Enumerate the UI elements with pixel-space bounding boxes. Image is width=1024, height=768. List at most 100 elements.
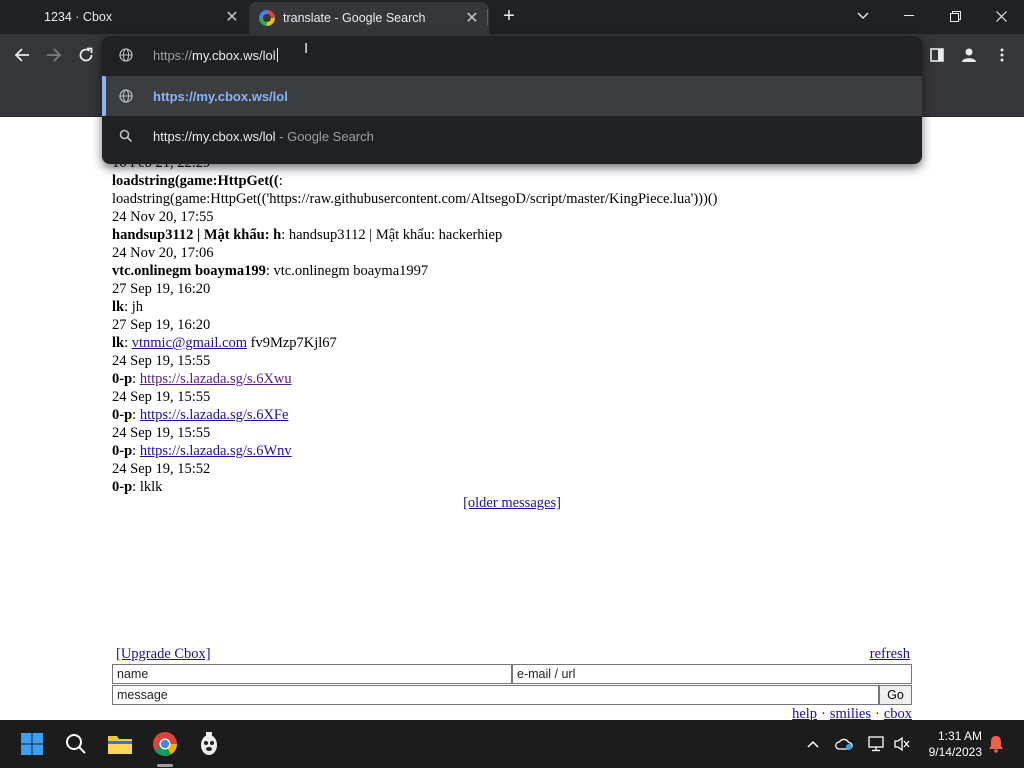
close-icon[interactable]: ✕ [463,9,481,27]
suggestion-url[interactable]: https://my.cbox.ws/lol [102,76,922,116]
cbox-post-form: [Upgrade Cbox] refresh name e-mail / url… [112,644,912,722]
message-separator: : [132,443,140,459]
message-timestamp: 24 Sep 19, 15:52 [112,461,211,477]
message-line: lk: vtnmic@gmail.com fv9Mzp7Kjl67 [112,334,912,352]
message-text: jh [128,299,144,315]
message-input[interactable]: message [112,685,879,705]
message-author: 0-p [112,479,133,495]
message-separator: : [132,407,140,423]
url-scheme: https:// [153,47,193,63]
message-text: lklk [136,479,163,495]
message-timestamp: 24 Sep 19, 15:55 [112,353,211,369]
message-line: loadstring(game:HttpGet((: [112,172,912,190]
message-text: loadstring(game:HttpGet(('https://raw.gi… [112,191,718,207]
email-url-input[interactable]: e-mail / url [512,664,912,684]
message-separator: : [124,335,132,351]
restore-icon[interactable] [932,0,978,32]
suggestion-suffix: - Google Search [275,128,374,144]
message-link[interactable]: vtnmic@gmail.com [132,335,247,351]
volume-muted-icon[interactable] [892,734,912,754]
message-author: 0-p [112,371,133,387]
older-messages-link[interactable]: [older messages] [463,495,561,511]
side-panel-icon[interactable] [926,44,948,66]
message-list: loadstring(game:HttpGet((: loadstring(ga… [112,172,912,496]
message-link[interactable]: https://s.lazada.sg/s.6Wnv [140,443,292,459]
suggestion-text: https://my.cbox.ws/lol [153,128,276,144]
message-line: vtc.onlinegm boayma199: vtc.onlinegm boa… [112,262,912,280]
file-explorer-icon[interactable] [104,728,136,760]
system-clock[interactable]: 1:31 AM 9/14/2023 [929,728,982,760]
message-text: handsup3112 | Mật khẩu: hackerhiep [285,227,503,243]
url-host: my.cbox.ws/lol [192,47,276,63]
google-icon [259,10,275,26]
message-line: lk: jh [112,298,912,316]
go-button[interactable]: Go [879,685,912,705]
roblox-app-icon[interactable] [193,728,225,760]
message-line: handsup3112 | Mật khẩu: h: handsup3112 |… [112,226,912,244]
message-author: handsup3112 | Mật khẩu: h [112,227,282,243]
tab-cbox[interactable]: 1234 · Cbox ✕ [0,0,249,34]
message-timestamp: 24 Nov 20, 17:55 [112,209,214,225]
message-link[interactable]: https://s.lazada.sg/s.6XFe [140,407,289,423]
clock-time: 1:31 AM [937,729,982,743]
windows-taskbar: 1:31 AM 9/14/2023 [0,720,1024,768]
globe-icon [119,89,133,103]
message-author: loadstring(game:HttpGet(( [112,173,279,189]
tab-title: 1234 · Cbox [44,10,113,24]
message-line: 0-p: lklk [112,478,912,496]
address-input[interactable]: https://my.cbox.ws/lol [153,47,278,63]
message-timestamp: 24 Sep 19, 15:55 [112,425,211,441]
clock-date: 9/14/2023 [928,745,982,759]
message-author: vtc.onlinegm boayma199 [112,263,266,279]
suggestion-text-wrap: https://my.cbox.ws/lol - Google Search [153,129,374,144]
start-icon[interactable] [16,728,48,760]
message-author: lk [112,335,125,351]
message-timestamp: 27 Sep 19, 16:20 [112,317,211,333]
globe-icon [119,48,133,62]
name-input[interactable]: name [112,664,512,684]
refresh-link[interactable]: refresh [870,646,910,663]
reload-icon[interactable] [74,43,98,67]
text-caret [276,47,278,62]
menu-icon[interactable] [991,44,1013,66]
search-icon[interactable] [60,728,92,760]
notification-bell-icon[interactable] [986,734,1006,754]
message-text: fv9Mzp7Kjl67 [247,335,337,351]
cbox-page: 16 Feb 21, 22:29 loadstring(game:HttpGet… [112,117,912,720]
message-line: loadstring(game:HttpGet(('https://raw.gi… [112,190,912,208]
profile-icon[interactable] [958,44,980,66]
search-icon [119,129,133,143]
tab-strip: 1234 · Cbox ✕ translate - Google Search … [0,0,1024,34]
message-timestamp: 27 Sep 19, 16:20 [112,281,211,297]
omnibox-dropdown: https://my.cbox.ws/lol I https://my.cbox… [102,36,922,164]
message-line: 0-p: https://s.lazada.sg/s.6XFe [112,406,912,424]
chrome-icon[interactable] [149,728,181,760]
close-icon[interactable]: ✕ [223,8,241,26]
tab-divider [487,9,488,25]
network-icon[interactable] [866,734,886,754]
new-tab-button[interactable]: + [498,5,520,27]
tab-google-search[interactable]: translate - Google Search ✕ [249,2,489,34]
suggestion-text: https://my.cbox.ws/lol [153,88,288,104]
mouse-cursor-icon: I [304,40,309,57]
forward-icon[interactable] [42,43,66,67]
message-link[interactable]: https://s.lazada.sg/s.6Xwu [140,371,292,387]
tab-title: translate - Google Search [283,11,426,25]
upgrade-cbox-link[interactable]: [Upgrade Cbox] [116,646,211,663]
older-messages: [older messages] [112,495,912,512]
message-timestamp: 24 Nov 20, 17:06 [112,245,214,261]
message-line: 0-p: https://s.lazada.sg/s.6Wnv [112,442,912,460]
suggestion-search[interactable]: https://my.cbox.ws/lol - Google Search [102,116,922,156]
active-app-indicator [157,764,173,767]
window-close-icon[interactable] [978,0,1024,32]
message-timestamp: 24 Sep 19, 15:55 [112,389,211,405]
back-icon[interactable] [10,43,34,67]
onedrive-icon[interactable] [834,734,854,754]
message-line: 0-p: https://s.lazada.sg/s.6Xwu [112,370,912,388]
chevron-up-icon[interactable] [803,734,823,754]
message-author: 0-p [112,407,133,423]
address-bar[interactable]: https://my.cbox.ws/lol I [102,36,922,74]
message-separator: : [132,371,140,387]
minimize-icon[interactable] [886,0,932,32]
tab-search-icon[interactable] [840,0,886,32]
